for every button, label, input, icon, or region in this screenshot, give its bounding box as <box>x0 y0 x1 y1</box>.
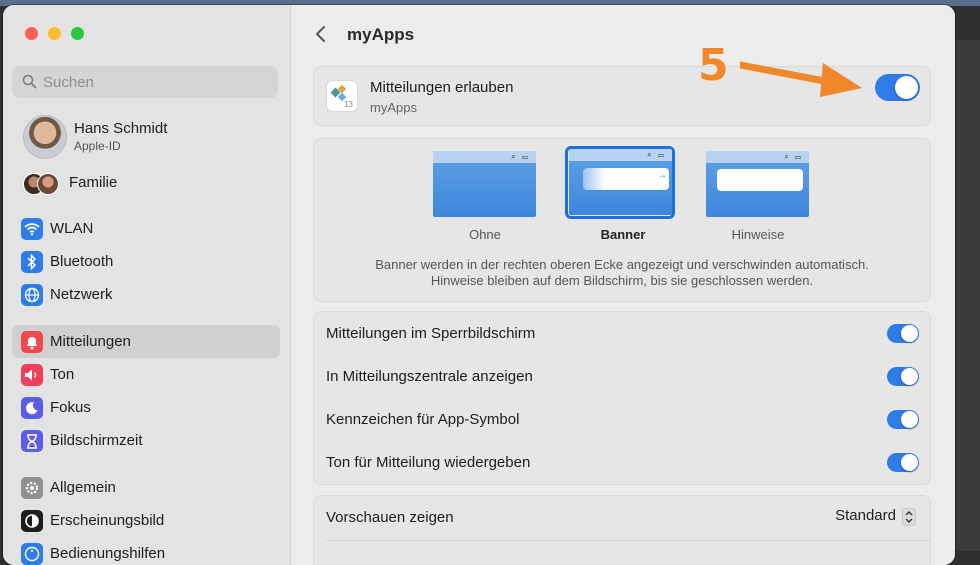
step-number-annotation: 5 <box>698 40 729 91</box>
myapps-app-icon: 13 <box>326 80 358 112</box>
notification-style-card: ⌕ ▭ Ohne ⌕ ▭ → Banner ⌕ ▭ Hinweise Banne… <box>313 138 931 302</box>
sidebar-item-bildschirmzeit[interactable]: Bildschirmzeit <box>12 424 280 457</box>
maximize-window-button[interactable] <box>71 27 84 40</box>
sidebar-item-bedienungshilfen[interactable]: Bedienungshilfen <box>12 537 280 565</box>
toggle-row-label: Ton für Mitteilung wiedergeben <box>326 454 531 471</box>
page-title: myApps <box>347 25 415 44</box>
style-option-label: Hinweise <box>731 227 785 242</box>
style-description: Banner werden in der rechten oberen Ecke… <box>314 257 930 289</box>
svg-text:13: 13 <box>344 100 353 109</box>
bell-icon <box>21 331 43 353</box>
sidebar-item-label: Bluetooth <box>50 253 114 270</box>
search-placeholder: Suchen <box>43 74 94 91</box>
sidebar-group-network: WLAN Bluetooth Netzwerk <box>12 212 280 311</box>
toggle-row: Kennzeichen für App-Symbol <box>314 398 930 441</box>
sidebar-item-label: Mitteilungen <box>50 333 131 350</box>
sidebar-item-bluetooth[interactable]: Bluetooth <box>12 245 280 278</box>
toggle-row: Mitteilungen im Sperrbildschirm <box>314 312 930 355</box>
style-description-line: Banner werden in der rechten oberen Ecke… <box>375 257 869 272</box>
style-option-label: Ohne <box>469 227 501 242</box>
wifi-icon <box>21 218 43 240</box>
sidebar-item-fokus[interactable]: Fokus <box>12 391 280 424</box>
toggle-row-label: In Mitteilungszentrale anzeigen <box>326 368 533 385</box>
style-option-label: Banner <box>600 227 646 242</box>
profile-name: Hans Schmidt <box>74 120 168 137</box>
toggle-row: In Mitteilungszentrale anzeigen <box>314 355 930 398</box>
sidebar-item-netzwerk[interactable]: Netzwerk <box>12 278 280 311</box>
allow-notifications-toggle[interactable] <box>875 74 920 101</box>
hourglass-icon <box>21 430 43 452</box>
search-icon <box>22 74 37 89</box>
gear-icon <box>21 477 43 499</box>
sidebar-item-label: Erscheinungsbild <box>50 512 165 529</box>
notification-options-card: Mitteilungen im Sperrbildschirm In Mitte… <box>313 311 931 485</box>
bluetooth-icon <box>21 251 43 273</box>
close-window-button[interactable] <box>25 27 38 40</box>
profile-subtitle: Apple-ID <box>74 139 121 153</box>
sidebar-group-notifications: Mitteilungen Ton Fokus Bildschirmzeit <box>12 325 280 457</box>
allow-notifications-label: Mitteilungen erlauben <box>370 79 514 96</box>
sidebar-item-allgemein[interactable]: Allgemein <box>12 471 280 504</box>
family-avatar <box>37 173 59 195</box>
toggle-row-label: Kennzeichen für App-Symbol <box>326 411 520 428</box>
search-input[interactable]: Suchen <box>12 66 278 98</box>
appearance-icon <box>21 510 43 532</box>
badge-toggle[interactable] <box>887 410 919 429</box>
style-preview-alert: ⌕ ▭ <box>706 151 809 217</box>
sound-toggle[interactable] <box>887 453 919 472</box>
preview-select[interactable]: Standard <box>835 507 916 529</box>
lock-screen-toggle[interactable] <box>887 324 919 343</box>
sidebar-item-label: Netzwerk <box>50 286 113 303</box>
sidebar-item-label: Allgemein <box>50 479 116 496</box>
preview-card: Vorschauen zeigen Standard <box>313 495 931 565</box>
chevron-updown-icon <box>902 508 916 526</box>
sidebar-item-mitteilungen[interactable]: Mitteilungen <box>12 325 280 358</box>
moon-icon <box>21 397 43 419</box>
globe-icon <box>21 284 43 306</box>
desktop-background-right <box>955 40 980 551</box>
sidebar-item-erscheinungsbild[interactable]: Erscheinungsbild <box>12 504 280 537</box>
sidebar-item-wlan[interactable]: WLAN <box>12 212 280 245</box>
accessibility-icon <box>21 543 43 565</box>
sidebar-item-family[interactable]: Familie <box>23 171 283 197</box>
style-description-line: Hinweise bleiben auf dem Bildschirm, bis… <box>430 273 814 288</box>
sidebar-item-label: Familie <box>69 174 118 191</box>
sidebar-item-ton[interactable]: Ton <box>12 358 280 391</box>
notification-center-toggle[interactable] <box>887 367 919 386</box>
preview-label: Vorschauen zeigen <box>326 509 454 526</box>
sidebar: Suchen Hans Schmidt Apple-ID Familie WLA… <box>3 5 291 565</box>
sidebar-item-label: Bedienungshilfen <box>50 545 166 562</box>
allow-notifications-subtitle: myApps <box>370 100 417 115</box>
annotation-arrow-icon <box>740 61 862 97</box>
toggle-row-label: Mitteilungen im Sperrbildschirm <box>326 325 536 342</box>
style-preview-none: ⌕ ▭ <box>433 151 536 217</box>
sidebar-item-label: Bildschirmzeit <box>50 432 143 449</box>
toggle-row: Ton für Mitteilung wiedergeben <box>314 441 930 484</box>
speaker-icon <box>21 364 43 386</box>
minimize-window-button[interactable] <box>48 27 61 40</box>
back-chevron-icon[interactable] <box>315 25 327 43</box>
sidebar-item-label: Ton <box>50 366 75 383</box>
sidebar-item-label: Fokus <box>50 399 91 416</box>
divider <box>326 540 930 541</box>
sidebar-item-label: WLAN <box>50 220 94 237</box>
style-preview-banner: ⌕ ▭ → <box>569 149 672 215</box>
preview-select-value: Standard <box>835 507 896 524</box>
avatar <box>23 115 67 159</box>
